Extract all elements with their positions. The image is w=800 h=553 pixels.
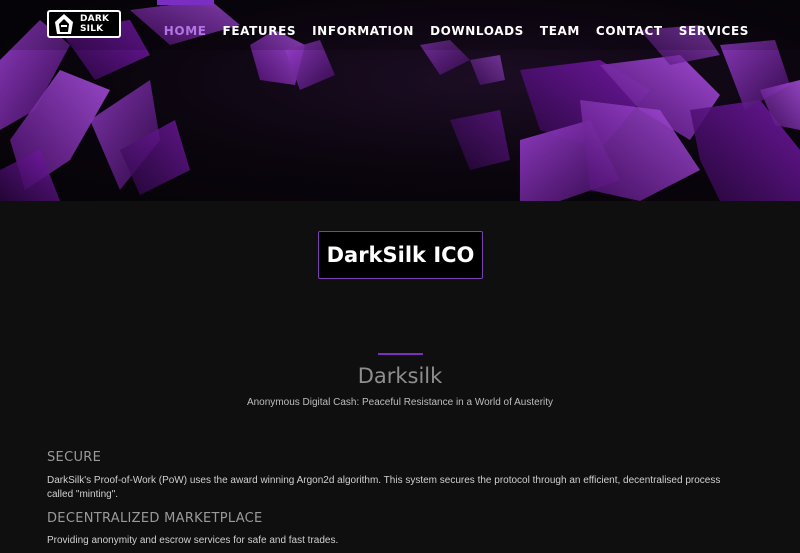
section-title: Darksilk [357,364,443,388]
nav-downloads[interactable]: DOWNLOADS [430,0,524,38]
nav-features[interactable]: FEATURES [223,0,297,38]
logo-text-line2: SILK [80,24,104,34]
section-subtitle: Anonymous Digital Cash: Peaceful Resista… [246,397,554,408]
darksilk-logo[interactable]: DARK SILK [47,10,121,38]
feature-text-secure: DarkSilk's Proof-of-Work (PoW) uses the … [47,475,721,500]
main-nav: HOME FEATURES INFORMATION DOWNLOADS TEAM… [148,0,749,44]
page: DARK SILK HOME FEATURES INFORMATION DOWN… [0,0,800,553]
nav-team[interactable]: TEAM [540,0,580,38]
nav-contact[interactable]: CONTACT [596,0,663,38]
section-divider [378,353,423,355]
nav-services[interactable]: SERVICES [679,0,749,38]
nav-home[interactable]: HOME [156,0,214,38]
feature-text-marketplace: Providing anonymity and escrow services … [47,535,339,546]
feature-heading-secure: SECURE [47,450,102,465]
darksilk-ico-button[interactable]: DarkSilk ICO [318,231,483,279]
logo-text-line1: DARK [80,14,110,24]
feature-heading-marketplace: DECENTRALIZED MARKETPLACE [47,511,263,526]
hooded-figure-icon [55,14,73,34]
nav-information[interactable]: INFORMATION [312,0,414,38]
